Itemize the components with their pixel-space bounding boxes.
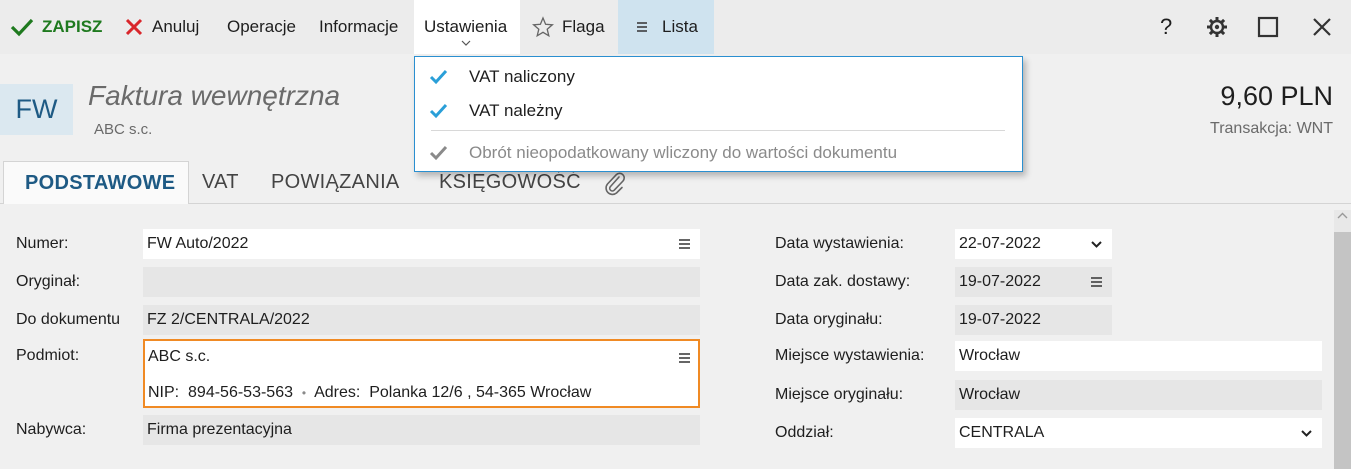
chevron-down-icon: [461, 40, 471, 46]
data-dostawy-value: 19-07-2022: [959, 273, 1041, 290]
check-icon: [10, 18, 34, 37]
settings-label: Ustawienia: [424, 17, 508, 36]
cancel-button[interactable]: Anuluj: [124, 0, 199, 54]
do-dokumentu-label: Do dokumentu: [16, 311, 121, 328]
podmiot-list-icon[interactable]: [679, 350, 690, 368]
do-dokumentu-value: FZ 2/CENTRALA/2022: [147, 311, 310, 328]
document-amount: 9,60 PLN: [1220, 81, 1333, 111]
numer-value: FW Auto/2022: [147, 235, 249, 252]
data-dostawy-list-icon[interactable]: [1091, 267, 1102, 297]
do-dokumentu-field[interactable]: FZ 2/CENTRALA/2022: [143, 305, 700, 335]
list-button[interactable]: Lista: [618, 0, 714, 54]
nabywca-field[interactable]: Firma prezentacyjna: [143, 415, 700, 445]
chevron-down-icon[interactable]: [1091, 229, 1102, 259]
menu-item-label: VAT naliczony: [469, 67, 575, 86]
oryginal-label: Oryginał:: [16, 273, 81, 290]
data-wystawienia-value: 22-07-2022: [959, 235, 1041, 252]
menu-item-vat-naliczony[interactable]: VAT naliczony: [427, 63, 575, 91]
miejsce-oryginalu-value: Wrocław: [959, 386, 1021, 403]
information-menu[interactable]: Informacje: [319, 0, 398, 54]
numer-list-icon[interactable]: [679, 229, 690, 259]
help-icon[interactable]: ?: [1160, 0, 1172, 54]
save-label: ZAPISZ: [42, 17, 103, 36]
miejsce-oryginalu-field[interactable]: Wrocław: [955, 380, 1322, 410]
nabywca-value: Firma prezentacyjna: [147, 421, 292, 438]
data-wystawienia-field[interactable]: 22-07-2022: [955, 229, 1112, 259]
adres-value: Polanka 12/6 , 54-365 Wrocław: [369, 384, 592, 401]
data-dostawy-field[interactable]: 19-07-2022: [955, 267, 1112, 297]
cross-icon: [125, 18, 143, 36]
maximize-icon[interactable]: [1257, 0, 1279, 54]
document-title: Faktura wewnętrzna: [88, 80, 341, 111]
nip-value: 894-56-53-563: [188, 384, 293, 401]
data-oryginalu-value: 19-07-2022: [959, 311, 1041, 328]
data-oryginalu-label: Data oryginału:: [775, 311, 883, 328]
miejsce-wystawienia-value: Wrocław: [959, 347, 1021, 364]
checkmark-icon: [429, 69, 448, 85]
save-button[interactable]: ZAPISZ: [10, 0, 102, 54]
scrollbar-thumb[interactable]: [1334, 232, 1351, 469]
oddzial-label: Oddział:: [775, 424, 834, 441]
document-type-badge: FW: [0, 84, 73, 135]
numer-label: Numer:: [16, 235, 69, 252]
data-oryginalu-field[interactable]: 19-07-2022: [955, 305, 1112, 335]
cancel-label: Anuluj: [152, 17, 200, 36]
numer-field[interactable]: FW Auto/2022: [143, 229, 700, 259]
transaction-type: Transakcja: WNT: [1210, 120, 1333, 137]
menu-separator: [431, 130, 1005, 131]
podmiot-name: ABC s.c.: [148, 348, 211, 365]
scroll-up-icon[interactable]: [1337, 212, 1348, 219]
toolbar: ZAPISZ Anuluj Operacje Informacje Ustawi…: [0, 0, 1351, 54]
menu-item-vat-nalezny[interactable]: VAT należny: [427, 97, 563, 125]
menu-item-label: Obrót nieopodatkowany wliczony do wartoś…: [469, 143, 898, 162]
menu-item-label: VAT należny: [469, 101, 563, 120]
checkmark-icon: [429, 103, 448, 119]
menu-item-obrot-nieopodatkowany: Obrót nieopodatkowany wliczony do wartoś…: [427, 139, 897, 167]
list-icon: [637, 22, 647, 32]
miejsce-wystawienia-label: Miejsce wystawienia:: [775, 347, 925, 364]
podmiot-field[interactable]: ABC s.c. NIP: 894-56-53-563 • Adres: Pol…: [143, 339, 700, 408]
tab-vat[interactable]: VAT: [202, 161, 239, 204]
settings-dropdown: VAT naliczony VAT należny Obrót nieopoda…: [414, 56, 1023, 172]
oddzial-value: CENTRALA: [959, 424, 1045, 441]
document-subtitle: ABC s.c.: [94, 121, 153, 138]
adres-label: Adres:: [314, 384, 361, 401]
operations-menu[interactable]: Operacje: [227, 0, 296, 54]
nip-label: NIP:: [148, 384, 180, 401]
close-icon[interactable]: [1311, 0, 1333, 54]
flag-button[interactable]: Flaga: [532, 0, 605, 54]
details-separator: •: [301, 386, 307, 400]
flag-label: Flaga: [562, 17, 605, 36]
nabywca-label: Nabywca:: [16, 421, 87, 438]
podmiot-label: Podmiot:: [16, 347, 80, 364]
checkmark-icon: [429, 145, 448, 161]
data-dostawy-label: Data zak. dostawy:: [775, 273, 911, 290]
tab-podstawowe[interactable]: PODSTAWOWE: [3, 161, 190, 204]
chevron-down-icon[interactable]: [1301, 418, 1312, 448]
miejsce-oryginalu-label: Miejsce oryginału:: [775, 386, 904, 403]
tab-powiazania[interactable]: POWIĄZANIA: [271, 161, 400, 204]
data-wystawienia-label: Data wystawienia:: [775, 235, 904, 252]
operations-label: Operacje: [227, 17, 296, 36]
podmiot-details: NIP: 894-56-53-563 • Adres: Polanka 12/6…: [148, 384, 591, 402]
gear-icon[interactable]: [1205, 0, 1229, 54]
oddzial-select[interactable]: CENTRALA: [955, 418, 1322, 448]
oryginal-field[interactable]: [143, 267, 700, 297]
paperclip-icon: [605, 171, 626, 195]
information-label: Informacje: [319, 17, 399, 36]
miejsce-wystawienia-field[interactable]: Wrocław: [955, 341, 1322, 371]
star-icon: [532, 16, 554, 38]
list-label: Lista: [662, 17, 698, 36]
